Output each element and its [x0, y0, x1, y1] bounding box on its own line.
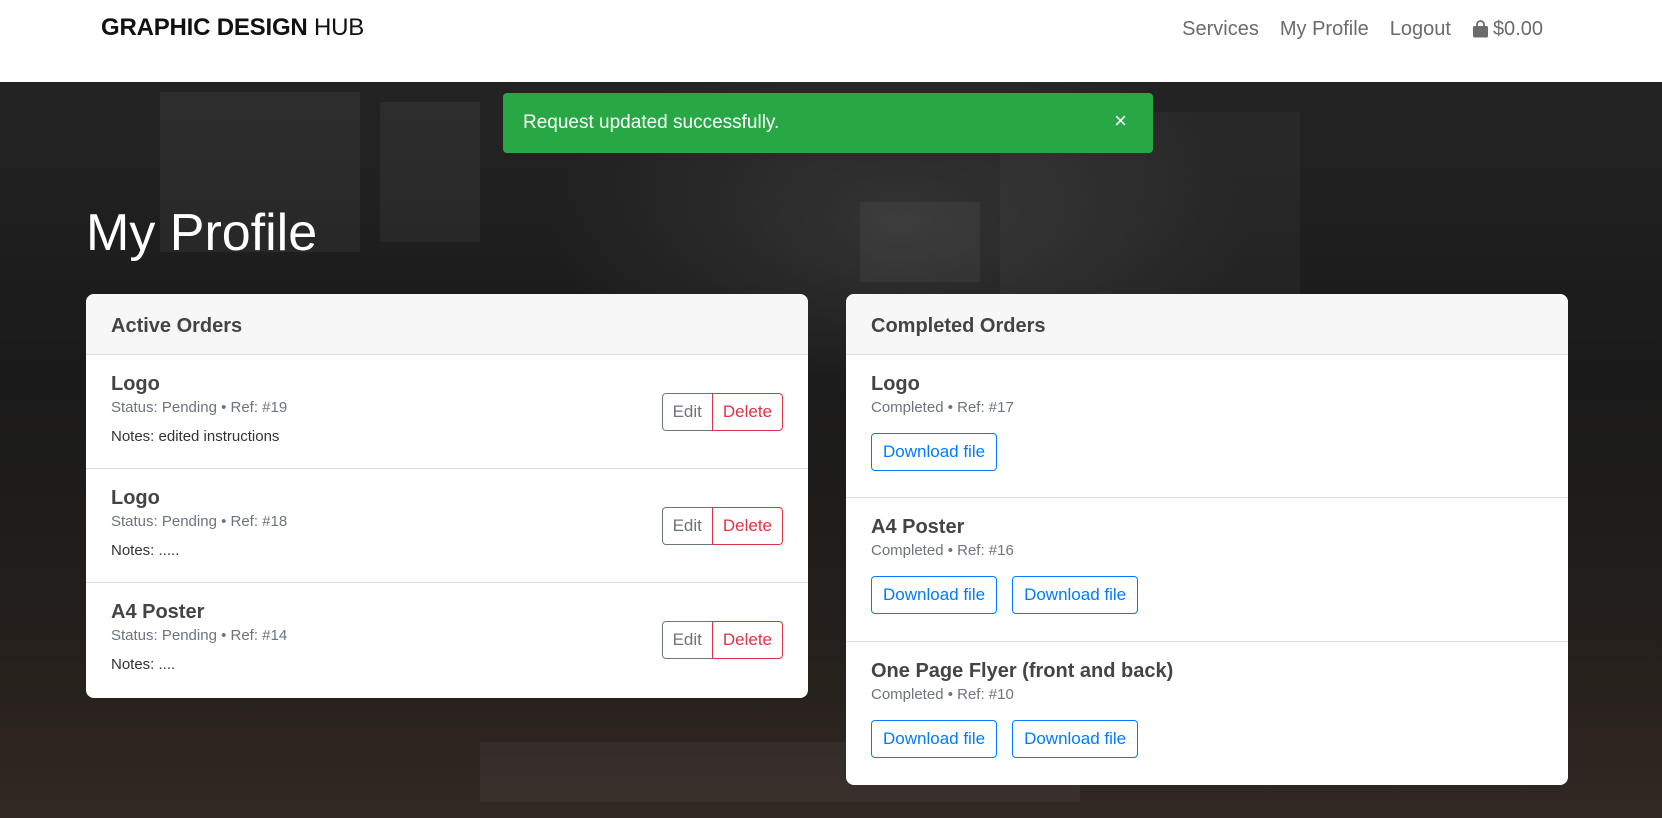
order-notes: Notes: .... [111, 656, 176, 673]
completed-orders-card: Completed Orders Logo Completed • Ref: #… [846, 294, 1568, 785]
success-alert: Request updated successfully. × [503, 93, 1153, 153]
list-item: Logo Completed • Ref: #17 Download file [846, 355, 1568, 498]
list-item: A4 Poster Completed • Ref: #16 Download … [846, 498, 1568, 642]
page-title: My Profile [86, 204, 318, 262]
delete-button[interactable]: Delete [711, 507, 783, 545]
delete-button[interactable]: Delete [711, 621, 783, 659]
close-icon[interactable]: × [1114, 108, 1127, 134]
download-file-button[interactable]: Download file [871, 576, 998, 614]
download-row: Download file Download file [871, 576, 1139, 614]
order-notes: Notes: ..... [111, 542, 180, 559]
order-title: Logo [111, 487, 160, 509]
list-item: One Page Flyer (front and back) Complete… [846, 642, 1568, 785]
order-notes: Notes: edited instructions [111, 428, 280, 445]
cart-total: $0.00 [1492, 18, 1543, 40]
order-actions: Edit Delete [661, 507, 783, 545]
order-meta: Status: Pending • Ref: #18 [111, 513, 288, 530]
cart-link[interactable]: $0.00 [1472, 14, 1543, 44]
completed-orders-header: Completed Orders [846, 294, 1568, 355]
order-title: Logo [871, 373, 920, 395]
order-title: Logo [111, 373, 160, 395]
nav-logout[interactable]: Logout [1390, 14, 1451, 44]
list-item: A4 Poster Status: Pending • Ref: #14 Not… [86, 583, 808, 697]
order-actions: Edit Delete [661, 621, 783, 659]
order-meta: Status: Pending • Ref: #14 [111, 627, 288, 644]
order-meta: Completed • Ref: #17 [871, 399, 1014, 416]
nav-links: Services My Profile Logout $0.00 [1182, 14, 1543, 44]
brand-light: HUB [314, 14, 365, 41]
brand-logo[interactable]: GRAPHIC DESIGN HUB [101, 12, 364, 44]
alert-message: Request updated successfully. [523, 112, 780, 133]
nav-services[interactable]: Services [1182, 14, 1259, 44]
navbar: GRAPHIC DESIGN HUB Services My Profile L… [0, 0, 1662, 82]
brand-bold: GRAPHIC DESIGN [101, 14, 308, 41]
download-file-button[interactable]: Download file [871, 433, 998, 471]
order-title: A4 Poster [111, 601, 205, 623]
shopping-bag-icon [1472, 20, 1488, 38]
active-orders-card: Active Orders Logo Status: Pending • Ref… [86, 294, 808, 698]
order-meta: Completed • Ref: #16 [871, 542, 1014, 559]
list-item: Logo Status: Pending • Ref: #18 Notes: .… [86, 469, 808, 583]
order-actions: Edit Delete [661, 393, 783, 431]
order-title: A4 Poster [871, 516, 965, 538]
order-title: One Page Flyer (front and back) [871, 660, 1174, 682]
download-file-button[interactable]: Download file [1012, 576, 1139, 614]
download-file-button[interactable]: Download file [1012, 720, 1139, 758]
list-item: Logo Status: Pending • Ref: #19 Notes: e… [86, 355, 808, 469]
active-orders-header: Active Orders [86, 294, 808, 355]
edit-button[interactable]: Edit [661, 393, 713, 431]
delete-button[interactable]: Delete [711, 393, 783, 431]
edit-button[interactable]: Edit [661, 621, 713, 659]
order-meta: Completed • Ref: #10 [871, 686, 1014, 703]
download-row: Download file Download file [871, 720, 1139, 758]
edit-button[interactable]: Edit [661, 507, 713, 545]
nav-my-profile[interactable]: My Profile [1280, 14, 1369, 44]
download-row: Download file [871, 433, 998, 471]
download-file-button[interactable]: Download file [871, 720, 998, 758]
order-meta: Status: Pending • Ref: #19 [111, 399, 288, 416]
